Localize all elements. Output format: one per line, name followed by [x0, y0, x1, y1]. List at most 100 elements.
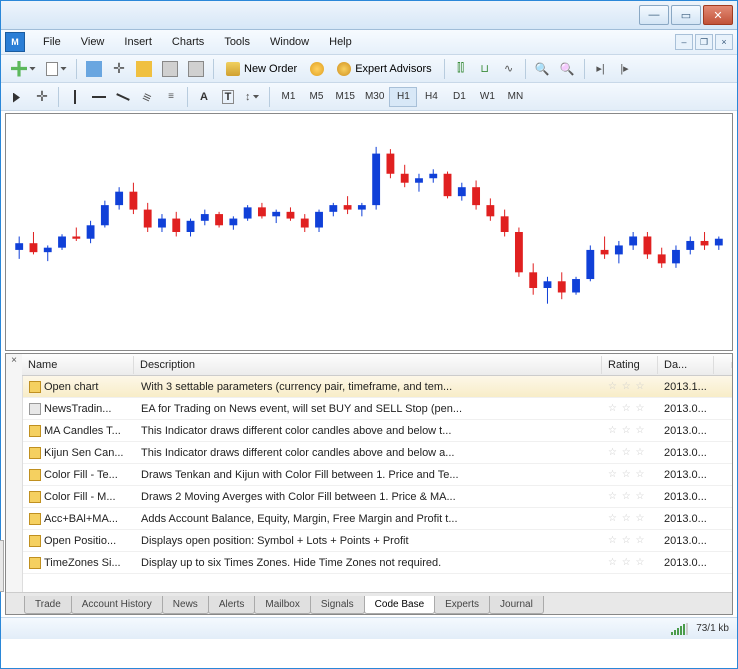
- timeframe-m1[interactable]: M1: [275, 87, 303, 107]
- terminal-grid[interactable]: Open chartWith 3 settable parameters (cu…: [22, 376, 732, 592]
- mdi-restore-button[interactable]: ❐: [695, 34, 713, 50]
- connection-icon: [671, 623, 688, 635]
- tab-news[interactable]: News: [162, 596, 209, 614]
- cell-name: MA Candles T...: [23, 423, 135, 439]
- table-row[interactable]: Open chartWith 3 settable parameters (cu…: [23, 376, 732, 398]
- cell-rating: ☆ ☆ ☆: [602, 489, 658, 504]
- terminal-button[interactable]: [158, 58, 182, 80]
- expert-advisors-button[interactable]: Expert Advisors: [330, 58, 438, 80]
- navigator-button[interactable]: [108, 58, 130, 80]
- channel-button[interactable]: [136, 86, 158, 108]
- window-close-button[interactable]: ✕: [703, 5, 733, 25]
- tab-trade[interactable]: Trade: [24, 596, 72, 614]
- cell-date: 2013.0...: [658, 423, 714, 439]
- tab-experts[interactable]: Experts: [434, 596, 490, 614]
- fibo-button[interactable]: ≡: [160, 86, 182, 108]
- tab-signals[interactable]: Signals: [310, 596, 365, 614]
- new-chart-button[interactable]: [7, 58, 40, 80]
- horizontal-line-button[interactable]: [88, 86, 110, 108]
- mdi-minimize-button[interactable]: –: [675, 34, 693, 50]
- expert-advisors-label: Expert Advisors: [355, 63, 431, 75]
- mdi-close-button[interactable]: ×: [715, 34, 733, 50]
- chart-bar-button[interactable]: ⫿⫿: [450, 58, 472, 80]
- column-name[interactable]: Name: [22, 356, 134, 374]
- table-row[interactable]: Open Positio...Displays open position: S…: [23, 530, 732, 552]
- chart-line-button[interactable]: ∿: [498, 58, 520, 80]
- separator: [525, 59, 526, 79]
- table-row[interactable]: MA Candles T...This Indicator draws diff…: [23, 420, 732, 442]
- column-description[interactable]: Description: [134, 356, 602, 374]
- chart-candle-button[interactable]: ⊔: [474, 58, 496, 80]
- cell-name: NewsTradin...: [23, 401, 135, 417]
- column-date[interactable]: Da...: [658, 356, 714, 374]
- chart-shift-button[interactable]: |▸: [614, 58, 636, 80]
- cell-rating: ☆ ☆ ☆: [602, 555, 658, 570]
- metaquotes-button[interactable]: [306, 58, 328, 80]
- cell-description: Display up to six Times Zones. Hide Time…: [135, 555, 602, 571]
- window-minimize-button[interactable]: —: [639, 5, 669, 25]
- profiles-button[interactable]: [42, 58, 71, 80]
- table-row[interactable]: TimeZones Si...Display up to six Times Z…: [23, 552, 732, 574]
- menu-tools[interactable]: Tools: [214, 33, 260, 51]
- column-rating[interactable]: Rating: [602, 356, 658, 374]
- new-order-button[interactable]: New Order: [219, 58, 304, 80]
- timeframe-w1[interactable]: W1: [473, 87, 501, 107]
- timeframe-m15[interactable]: M15: [331, 87, 360, 107]
- traffic-label: 73/1 kb: [696, 623, 729, 634]
- separator: [58, 87, 59, 107]
- timeframe-h4[interactable]: H4: [417, 87, 445, 107]
- tab-mailbox[interactable]: Mailbox: [254, 596, 310, 614]
- table-row[interactable]: Color Fill - M...Draws 2 Moving Averges …: [23, 486, 732, 508]
- timeframe-h1[interactable]: H1: [389, 87, 417, 107]
- market-watch-button[interactable]: [82, 58, 106, 80]
- terminal-close-button[interactable]: ×: [8, 356, 20, 368]
- table-row[interactable]: Kijun Sen Can...This Indicator draws dif…: [23, 442, 732, 464]
- vertical-line-button[interactable]: [64, 86, 86, 108]
- chart-area[interactable]: [5, 113, 733, 351]
- menu-file[interactable]: File: [33, 33, 71, 51]
- menu-window[interactable]: Window: [260, 33, 319, 51]
- timeframe-m30[interactable]: M30: [360, 87, 389, 107]
- table-row[interactable]: Color Fill - Te...Draws Tenkan and Kijun…: [23, 464, 732, 486]
- cursor-button[interactable]: [7, 86, 29, 108]
- new-order-label: New Order: [244, 63, 297, 75]
- menu-charts[interactable]: Charts: [162, 33, 214, 51]
- menu-view[interactable]: View: [71, 33, 115, 51]
- cell-name: Open chart: [23, 379, 135, 395]
- strategy-tester-button[interactable]: [184, 58, 208, 80]
- menu-help[interactable]: Help: [319, 33, 362, 51]
- drawing-toolbar: ≡ A T ↕ M1M5M15M30H1H4D1W1MN: [1, 83, 737, 111]
- table-row[interactable]: Acc+BAl+MA...Adds Account Balance, Equit…: [23, 508, 732, 530]
- timeframe-m5[interactable]: M5: [303, 87, 331, 107]
- trendline-button[interactable]: [112, 86, 134, 108]
- timeframe-mn[interactable]: MN: [501, 87, 529, 107]
- tab-alerts[interactable]: Alerts: [208, 596, 256, 614]
- window-maximize-button[interactable]: ▭: [671, 5, 701, 25]
- text-button[interactable]: A: [193, 86, 215, 108]
- tab-account-history[interactable]: Account History: [71, 596, 163, 614]
- app-icon: M: [5, 32, 25, 52]
- table-row[interactable]: NewsTradin...EA for Trading on News even…: [23, 398, 732, 420]
- terminal-title: Terminal: [0, 540, 4, 592]
- indicator-icon: [29, 535, 41, 547]
- cell-date: 2013.0...: [658, 445, 714, 461]
- zoom-out-button[interactable]: [556, 58, 579, 80]
- cell-description: Draws 2 Moving Averges with Color Fill b…: [135, 489, 602, 505]
- indicator-icon: [29, 513, 41, 525]
- data-window-button[interactable]: [132, 58, 156, 80]
- timeframe-d1[interactable]: D1: [445, 87, 473, 107]
- crosshair-button[interactable]: [31, 86, 53, 108]
- tab-journal[interactable]: Journal: [489, 596, 544, 614]
- menu-insert[interactable]: Insert: [114, 33, 162, 51]
- cell-description: Displays open position: Symbol + Lots + …: [135, 533, 602, 549]
- zoom-in-button[interactable]: [531, 58, 554, 80]
- text-label-button[interactable]: T: [217, 86, 239, 108]
- cell-date: 2013.0...: [658, 401, 714, 417]
- arrows-button[interactable]: ↕: [241, 86, 264, 108]
- cell-date: 2013.0...: [658, 511, 714, 527]
- menubar: M FileViewInsertChartsToolsWindowHelp – …: [1, 30, 737, 55]
- tab-code-base[interactable]: Code Base: [364, 596, 435, 614]
- cell-rating: ☆ ☆ ☆: [602, 467, 658, 482]
- auto-scroll-button[interactable]: ▸|: [590, 58, 612, 80]
- indicator-icon: [29, 381, 41, 393]
